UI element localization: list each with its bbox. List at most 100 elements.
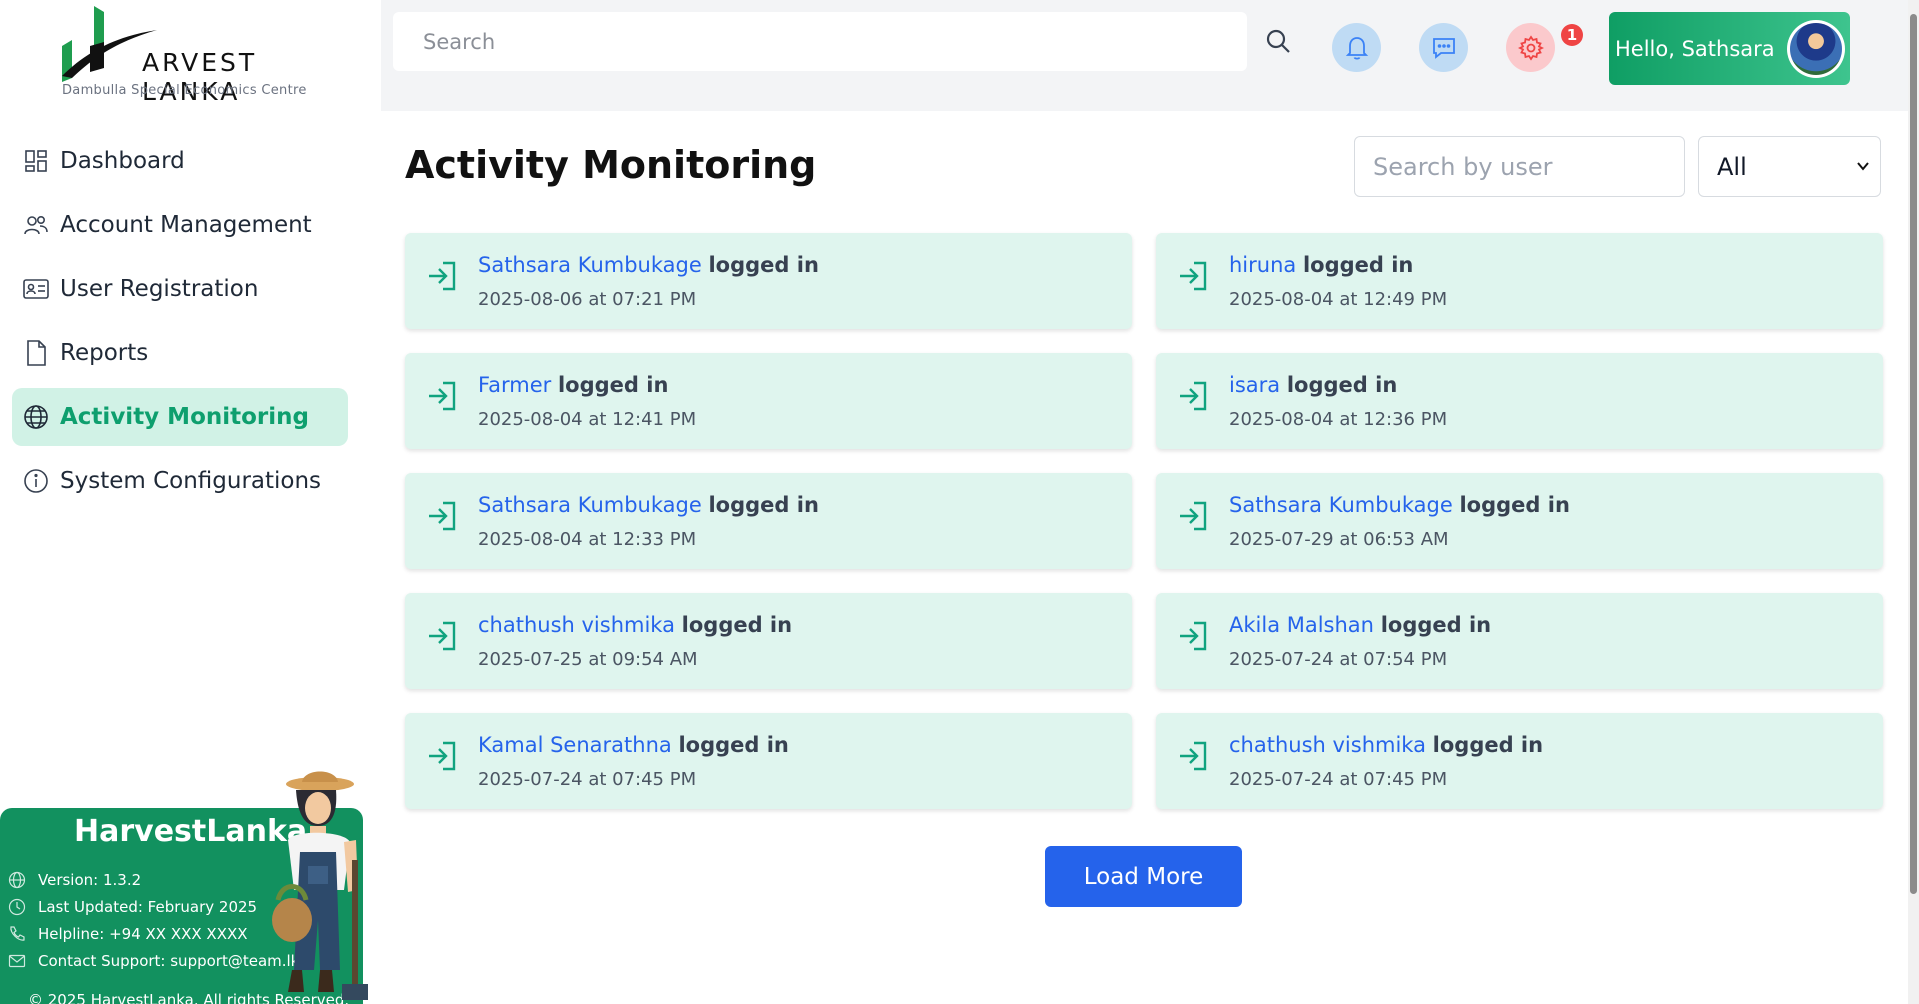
gear-icon [1517,34,1544,61]
activity-action: logged in [1286,373,1398,397]
activity-action: logged in [1302,253,1414,277]
sidebar-item-system-configurations[interactable]: System Configurations [12,452,348,510]
id-card-icon [22,275,50,303]
activity-user-link[interactable]: Sathsara Kumbukage [1229,493,1453,517]
top-bar: 1 Hello, Sathsara [381,0,1908,111]
activity-card: chathush vishmika logged in 2025-07-25 a… [405,593,1132,689]
activity-card: Farmer logged in 2025-08-04 at 12:41 PM [405,353,1132,449]
activity-list: Sathsara Kumbukage logged in 2025-08-06 … [405,233,1883,809]
sidebar-nav: Dashboard Account Management User Regist… [12,132,348,516]
activity-card: Kamal Senarathna logged in 2025-07-24 at… [405,713,1132,809]
filter-value: All [1717,152,1747,181]
page-scrollbar[interactable] [1908,0,1919,1004]
globe-icon [8,871,26,888]
avatar [1786,19,1845,78]
activity-action: logged in [557,373,669,397]
sidebar-item-label: Account Management [60,212,312,238]
sidebar-item-label: Activity Monitoring [60,404,309,430]
activity-action: logged in [678,733,789,757]
activity-card: isara logged in 2025-08-04 at 12:36 PM [1156,353,1883,449]
sidebar-item-label: System Configurations [60,468,322,494]
global-search-input[interactable] [393,12,1247,71]
activity-timestamp: 2025-08-04 at 12:49 PM [1229,289,1448,310]
activity-action: logged in [1459,493,1570,517]
activity-card: hiruna logged in 2025-08-04 at 12:49 PM [1156,233,1883,329]
sidebar-item-activity-monitoring[interactable]: Activity Monitoring [12,388,348,446]
activity-timestamp: 2025-07-24 at 07:45 PM [478,769,697,790]
activity-user-link[interactable]: hiruna [1229,253,1296,277]
sidebar: ARVEST LANKA Dambulla Special Economics … [0,0,381,1004]
user-profile-button[interactable]: Hello, Sathsara [1609,12,1850,85]
activity-timestamp: 2025-07-24 at 07:45 PM [1229,769,1448,790]
sidebar-item-label: Dashboard [60,148,185,174]
activity-user-link[interactable]: Sathsara Kumbukage [478,493,702,517]
activity-action: logged in [708,493,819,517]
activity-timestamp: 2025-08-04 at 12:41 PM [478,409,697,430]
scrollbar-thumb[interactable] [1910,14,1917,894]
activity-action: logged in [1432,733,1544,757]
activity-user-link[interactable]: isara [1229,373,1280,397]
login-icon [1180,501,1207,531]
login-icon [1180,261,1207,291]
clock-icon [8,898,26,915]
activity-user-link[interactable]: chathush vishmika [1229,733,1426,757]
mail-icon [8,954,26,967]
main-content: Activity Monitoring All Sathsara Kumbuka… [381,111,1908,1004]
activity-card: Sathsara Kumbukage logged in 2025-07-29 … [1156,473,1883,569]
activity-timestamp: 2025-08-04 at 12:33 PM [478,529,697,550]
settings-button[interactable] [1506,23,1555,72]
login-icon [1180,381,1207,411]
login-icon [429,741,456,771]
activity-action: logged in [1380,613,1492,637]
sidebar-item-user-registration[interactable]: User Registration [12,260,348,318]
activity-timestamp: 2025-07-24 at 07:54 PM [1229,649,1448,670]
activity-user-link[interactable]: Sathsara Kumbukage [478,253,702,277]
activity-timestamp: 2025-07-25 at 09:54 AM [478,649,698,670]
activity-filter-select[interactable]: All [1698,136,1881,197]
harvest-lanka-logo[interactable]: ARVEST LANKA Dambulla Special Economics … [62,6,312,106]
bell-icon [1345,36,1368,60]
activity-card: Akila Malshan logged in 2025-07-24 at 07… [1156,593,1883,689]
info-icon [22,467,50,495]
chat-icon [1432,37,1455,59]
activity-card: chathush vishmika logged in 2025-07-24 a… [1156,713,1883,809]
login-icon [1180,741,1207,771]
activity-card: Sathsara Kumbukage logged in 2025-08-06 … [405,233,1132,329]
grid-icon [22,147,50,175]
activity-timestamp: 2025-08-06 at 07:21 PM [478,289,697,310]
last-updated-text: Last Updated: February 2025 [38,897,258,916]
load-more-button[interactable]: Load More [1045,846,1242,907]
login-icon [429,261,456,291]
activity-user-link[interactable]: Farmer [478,373,551,397]
farmer-illustration [272,771,368,1000]
sidebar-item-account-management[interactable]: Account Management [12,196,348,254]
messages-button[interactable] [1419,23,1468,72]
logo-tagline: Dambulla Special Economics Centre [62,83,307,98]
activity-card: Sathsara Kumbukage logged in 2025-08-04 … [405,473,1132,569]
greeting-text: Hello, Sathsara [1615,36,1775,61]
version-text: Version: 1.3.2 [38,870,142,889]
activity-user-link[interactable]: Kamal Senarathna [478,733,672,757]
sidebar-item-label: User Registration [60,276,259,302]
chevron-down-icon [1857,162,1869,171]
globe-icon [22,403,50,431]
users-icon [22,211,50,239]
notifications-button[interactable] [1332,23,1381,72]
helpline-text: Helpline: +94 XX XXX XXXX [38,924,248,943]
sidebar-item-dashboard[interactable]: Dashboard [12,132,348,190]
sidebar-item-reports[interactable]: Reports [12,324,348,382]
activity-action: logged in [681,613,793,637]
login-icon [429,621,456,651]
activity-timestamp: 2025-07-29 at 06:53 AM [1229,529,1449,550]
activity-user-link[interactable]: Akila Malshan [1229,613,1374,637]
login-icon [1180,621,1207,651]
sidebar-item-label: Reports [60,340,149,366]
search-icon[interactable] [1263,26,1295,58]
login-icon [429,501,456,531]
user-search-input[interactable] [1354,136,1685,197]
activity-user-link[interactable]: chathush vishmika [478,613,675,637]
notification-badge: 1 [1561,24,1583,46]
login-icon [429,381,456,411]
page-title: Activity Monitoring [405,143,817,187]
activity-timestamp: 2025-08-04 at 12:36 PM [1229,409,1448,430]
